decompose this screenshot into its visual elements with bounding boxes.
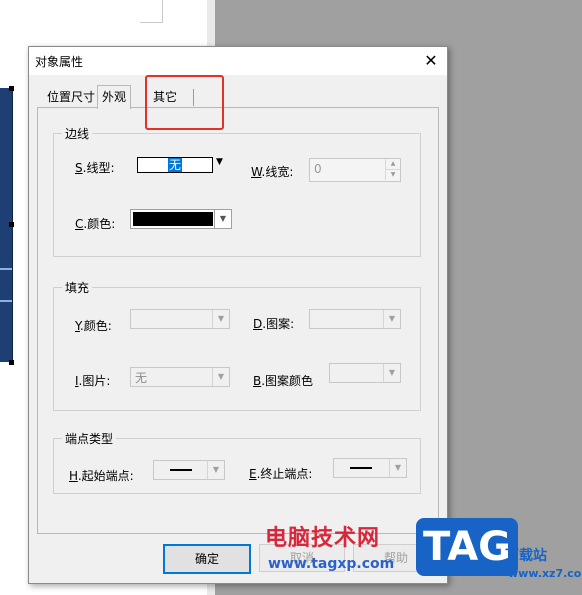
page-corner-mark	[140, 0, 163, 23]
selection-handle[interactable]	[9, 360, 14, 365]
chevron-down-icon[interactable]: ▼	[212, 368, 229, 386]
pattern-color-label: B.图案颜色	[253, 374, 314, 388]
line-width-spinner[interactable]: 0 ▲ ▼	[309, 158, 401, 182]
chevron-down-icon[interactable]: ▼	[214, 210, 231, 228]
watermark-site: 下载站	[505, 548, 547, 564]
start-endpoint-combo[interactable]: ▼	[153, 460, 225, 480]
fill-color-label: Y.颜色:	[75, 319, 112, 333]
start-endpoint-label: H.起始端点:	[69, 469, 134, 483]
ok-button[interactable]: 确定	[163, 544, 251, 574]
fill-group: 填充	[53, 279, 421, 411]
watermark-site-url: www.xz7.com	[508, 567, 582, 580]
line-width-value: 0	[314, 162, 322, 176]
selection-handle[interactable]	[9, 86, 14, 91]
spin-up-icon[interactable]: ▲	[385, 159, 400, 170]
watermark-badge-text: TAG	[423, 524, 511, 570]
border-group-legend: 边线	[65, 127, 90, 141]
object-properties-dialog: 对象属性 ✕ 位置尺寸 外观 其它 边线 S.线型: 无 ▼ W.线宽: 0 ▲…	[28, 46, 448, 584]
chevron-down-icon[interactable]: ▼	[207, 461, 224, 479]
tab-appearance[interactable]: 外观	[97, 85, 132, 109]
line-type-label: S.线型:	[75, 161, 115, 175]
object-stripe	[0, 268, 12, 270]
watermark-badge: TAG	[416, 518, 518, 576]
pattern-label: D.图案:	[253, 317, 295, 331]
line-type-dropdown-icon[interactable]: ▼	[216, 157, 223, 167]
fill-color-combo[interactable]: ▼	[130, 309, 230, 329]
tab-position-size[interactable]: 位置尺寸	[41, 87, 101, 107]
end-endpoint-label: E.终止端点:	[249, 467, 313, 481]
chevron-down-icon[interactable]: ▼	[383, 364, 400, 382]
dialog-title: 对象属性	[35, 55, 84, 69]
pattern-color-combo[interactable]: ▼	[329, 363, 401, 383]
close-icon[interactable]: ✕	[419, 49, 443, 73]
chevron-down-icon[interactable]: ▼	[383, 310, 400, 328]
line-end-icon	[350, 467, 372, 469]
border-color-combo[interactable]: ▼	[130, 209, 232, 229]
border-group: 边线	[53, 125, 421, 257]
image-combo[interactable]: 无 ▼	[130, 367, 230, 387]
image-label: I.图片:	[75, 374, 111, 388]
line-end-icon	[170, 469, 192, 471]
chevron-down-icon[interactable]: ▼	[389, 459, 406, 477]
endpoint-group-legend: 端点类型	[65, 432, 114, 446]
object-stripe	[0, 300, 12, 302]
border-color-label: C.颜色:	[75, 217, 116, 231]
watermark-text: 电脑技术网	[265, 526, 381, 551]
spin-down-icon[interactable]: ▼	[385, 170, 400, 180]
annotation-highlight-box	[145, 75, 224, 130]
line-width-label: W.线宽:	[251, 165, 294, 179]
line-type-combo[interactable]: 无	[137, 157, 213, 173]
watermark-url: www.tagxp.com	[268, 556, 395, 572]
line-type-value: 无	[168, 158, 183, 172]
selection-handle[interactable]	[9, 222, 14, 227]
fill-group-legend: 填充	[65, 281, 90, 295]
border-color-swatch	[133, 212, 213, 226]
end-endpoint-combo[interactable]: ▼	[333, 458, 407, 478]
pattern-combo[interactable]: ▼	[309, 309, 401, 329]
chevron-down-icon[interactable]: ▼	[212, 310, 229, 328]
image-value: 无	[135, 371, 148, 385]
title-bar[interactable]: 对象属性 ✕	[29, 47, 447, 75]
